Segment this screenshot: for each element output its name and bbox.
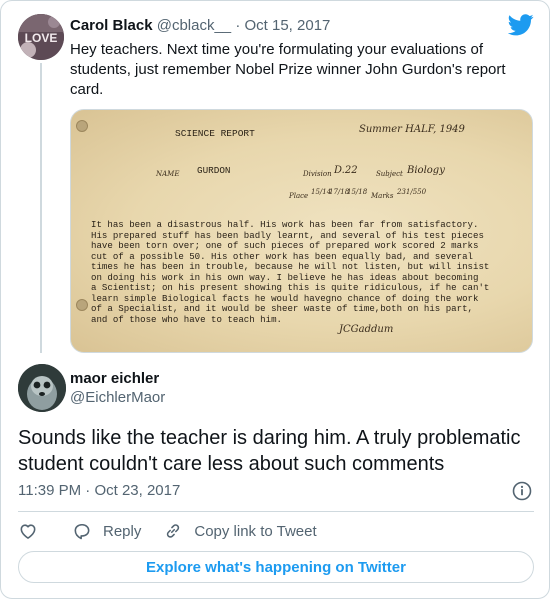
author-handle[interactable]: @EichlerMaor xyxy=(70,389,165,406)
tweet-timestamp[interactable]: 11:39 PM · Oct 23, 2017 xyxy=(18,482,180,499)
copy-link-button[interactable]: Copy link to Tweet xyxy=(163,521,317,541)
marks-value: 231/550 xyxy=(397,188,427,196)
comment-line: a Scientist; on his present showing this… xyxy=(91,282,490,293)
tweet-text: Sounds like the teacher is daring him. A… xyxy=(18,427,521,475)
quoted-author-handle[interactable]: @cblack__ xyxy=(157,17,231,34)
quoted-author-avatar[interactable]: LOVE xyxy=(18,14,64,60)
copy-link-label: Copy link to Tweet xyxy=(194,522,317,540)
division-label: Division xyxy=(303,170,332,178)
author-name[interactable]: maor eichler xyxy=(70,370,159,387)
author-avatar[interactable] xyxy=(18,364,66,412)
quoted-tweet-text: Hey teachers. Next time you're formulati… xyxy=(70,41,506,98)
header-separator: · xyxy=(235,17,241,34)
place-label: Place xyxy=(289,192,309,200)
name-label: NAME xyxy=(156,170,180,178)
avatar-lettering: LOVE xyxy=(25,31,58,45)
reply-button[interactable]: Reply xyxy=(72,521,141,541)
division-value: D.22 xyxy=(334,165,358,176)
report-comments: It has been a disastrous half. His work … xyxy=(91,219,527,325)
timestamp-separator: · xyxy=(85,482,91,499)
marks-label: Marks xyxy=(371,192,394,200)
info-icon[interactable] xyxy=(511,480,533,502)
reply-label: Reply xyxy=(103,522,142,540)
teacher-signature: JCGaddum xyxy=(339,324,394,335)
report-card-image[interactable]: SCIENCE REPORT Summer HALF, 1949 NAME GU… xyxy=(70,109,533,353)
report-heading: SCIENCE REPORT xyxy=(175,128,255,139)
like-button[interactable] xyxy=(18,521,38,541)
comment-line: of a Specialist, and it would be sheer w… xyxy=(91,303,473,314)
heart-icon[interactable] xyxy=(18,521,38,541)
twitter-bird-icon[interactable] xyxy=(508,14,534,36)
link-icon xyxy=(167,524,180,538)
comment-line: It has been a disastrous half. His work … xyxy=(91,219,479,230)
tweet-time[interactable]: 11:39 PM xyxy=(18,482,81,499)
quoted-tweet-header: Carol Black @cblack__ · Oct 15, 2017 xyxy=(70,17,330,34)
quoted-tweet-date[interactable]: Oct 15, 2017 xyxy=(245,17,331,34)
thread-connector-line xyxy=(40,63,42,353)
tweet-date[interactable]: Oct 23, 2017 xyxy=(94,482,180,499)
punch-hole xyxy=(76,299,88,311)
tweet-embed-card: LOVE Carol Black @cblack__ · Oct 15, 201… xyxy=(0,0,550,599)
quoted-author-name[interactable]: Carol Black xyxy=(70,17,153,34)
actions-divider xyxy=(18,511,534,512)
name-value: GURDON xyxy=(197,165,231,176)
comment-line: have been torn over; one of such pieces … xyxy=(91,240,479,251)
subject-label: Subject xyxy=(376,170,403,178)
tweet-actions: Reply Copy link to Tweet xyxy=(18,519,317,543)
comment-line: times he has been in trouble, because he… xyxy=(91,261,490,272)
report-term: Summer HALF, 1949 xyxy=(359,124,465,135)
subject-value: Biology xyxy=(407,165,445,176)
explore-twitter-button[interactable]: Explore what's happening on Twitter xyxy=(18,551,534,583)
place-value: 15/18 xyxy=(347,188,368,196)
punch-hole xyxy=(76,120,88,132)
comment-line: and of those who have to teach him. xyxy=(91,313,282,325)
reply-icon xyxy=(74,523,90,540)
